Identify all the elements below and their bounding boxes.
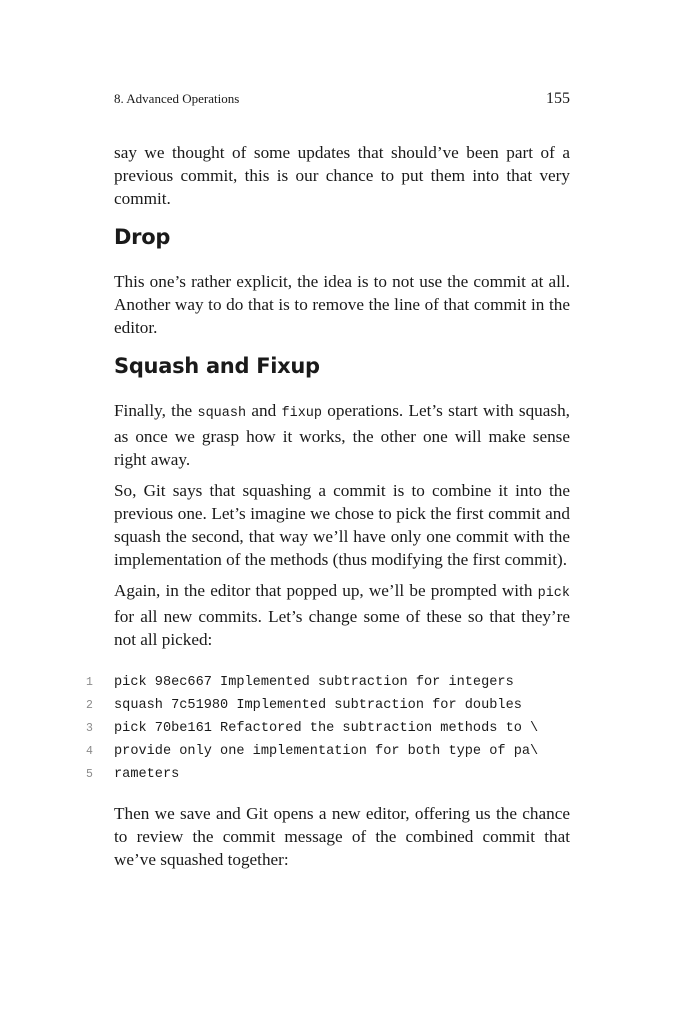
code-line: 2 squash 7c51980 Implemented subtraction… [86, 694, 570, 717]
code-line: 4 provide only one implementation for bo… [86, 740, 570, 763]
heading-squash-fixup: Squash and Fixup [114, 354, 320, 378]
inline-code-fixup: fixup [281, 406, 323, 421]
page-body: say we thought of some updates that shou… [86, 141, 570, 879]
code-block: 1 pick 98ec667 Implemented subtraction f… [86, 671, 570, 786]
code-line: 5 rameters [86, 763, 570, 786]
text-segment: and [246, 401, 282, 420]
paragraph-drop: This one’s rather explicit, the idea is … [114, 272, 570, 337]
line-number: 5 [86, 768, 93, 781]
inline-code-squash: squash [197, 406, 247, 421]
heading-drop: Drop [114, 225, 171, 249]
page-number: 155 [546, 90, 570, 107]
line-number: 2 [86, 699, 93, 712]
page-header: 8. Advanced Operations 155 [114, 90, 570, 108]
code-text: pick 98ec667 Implemented subtraction for… [114, 675, 514, 690]
paragraph-squash-explanation: So, Git says that squashing a commit is … [114, 481, 570, 569]
text-segment: Again, in the editor that popped up, we’… [114, 581, 538, 600]
chapter-title: 8. Advanced Operations [114, 91, 240, 106]
paragraph-save-editor: Then we save and Git opens a new editor,… [114, 804, 570, 869]
line-number: 3 [86, 722, 93, 735]
text-segment: for all new commits. Let’s change some o… [114, 607, 570, 649]
line-number: 1 [86, 676, 93, 689]
line-number: 4 [86, 745, 93, 758]
text-segment: Finally, the [114, 401, 198, 420]
paragraph-editor-prompt: Again, in the editor that popped up, we’… [114, 579, 570, 651]
code-text: pick 70be161 Refactored the subtraction … [114, 721, 539, 736]
inline-code-pick: pick [537, 586, 570, 601]
code-text: provide only one implementation for both… [114, 744, 539, 759]
paragraph-squash-intro: Finally, the squash and fixup operations… [114, 399, 570, 471]
code-text: squash 7c51980 Implemented subtraction f… [114, 698, 522, 713]
paragraph-intro: say we thought of some updates that shou… [114, 143, 570, 208]
code-line: 1 pick 98ec667 Implemented subtraction f… [86, 671, 570, 694]
code-text: rameters [114, 767, 180, 782]
code-line: 3 pick 70be161 Refactored the subtractio… [86, 717, 570, 740]
